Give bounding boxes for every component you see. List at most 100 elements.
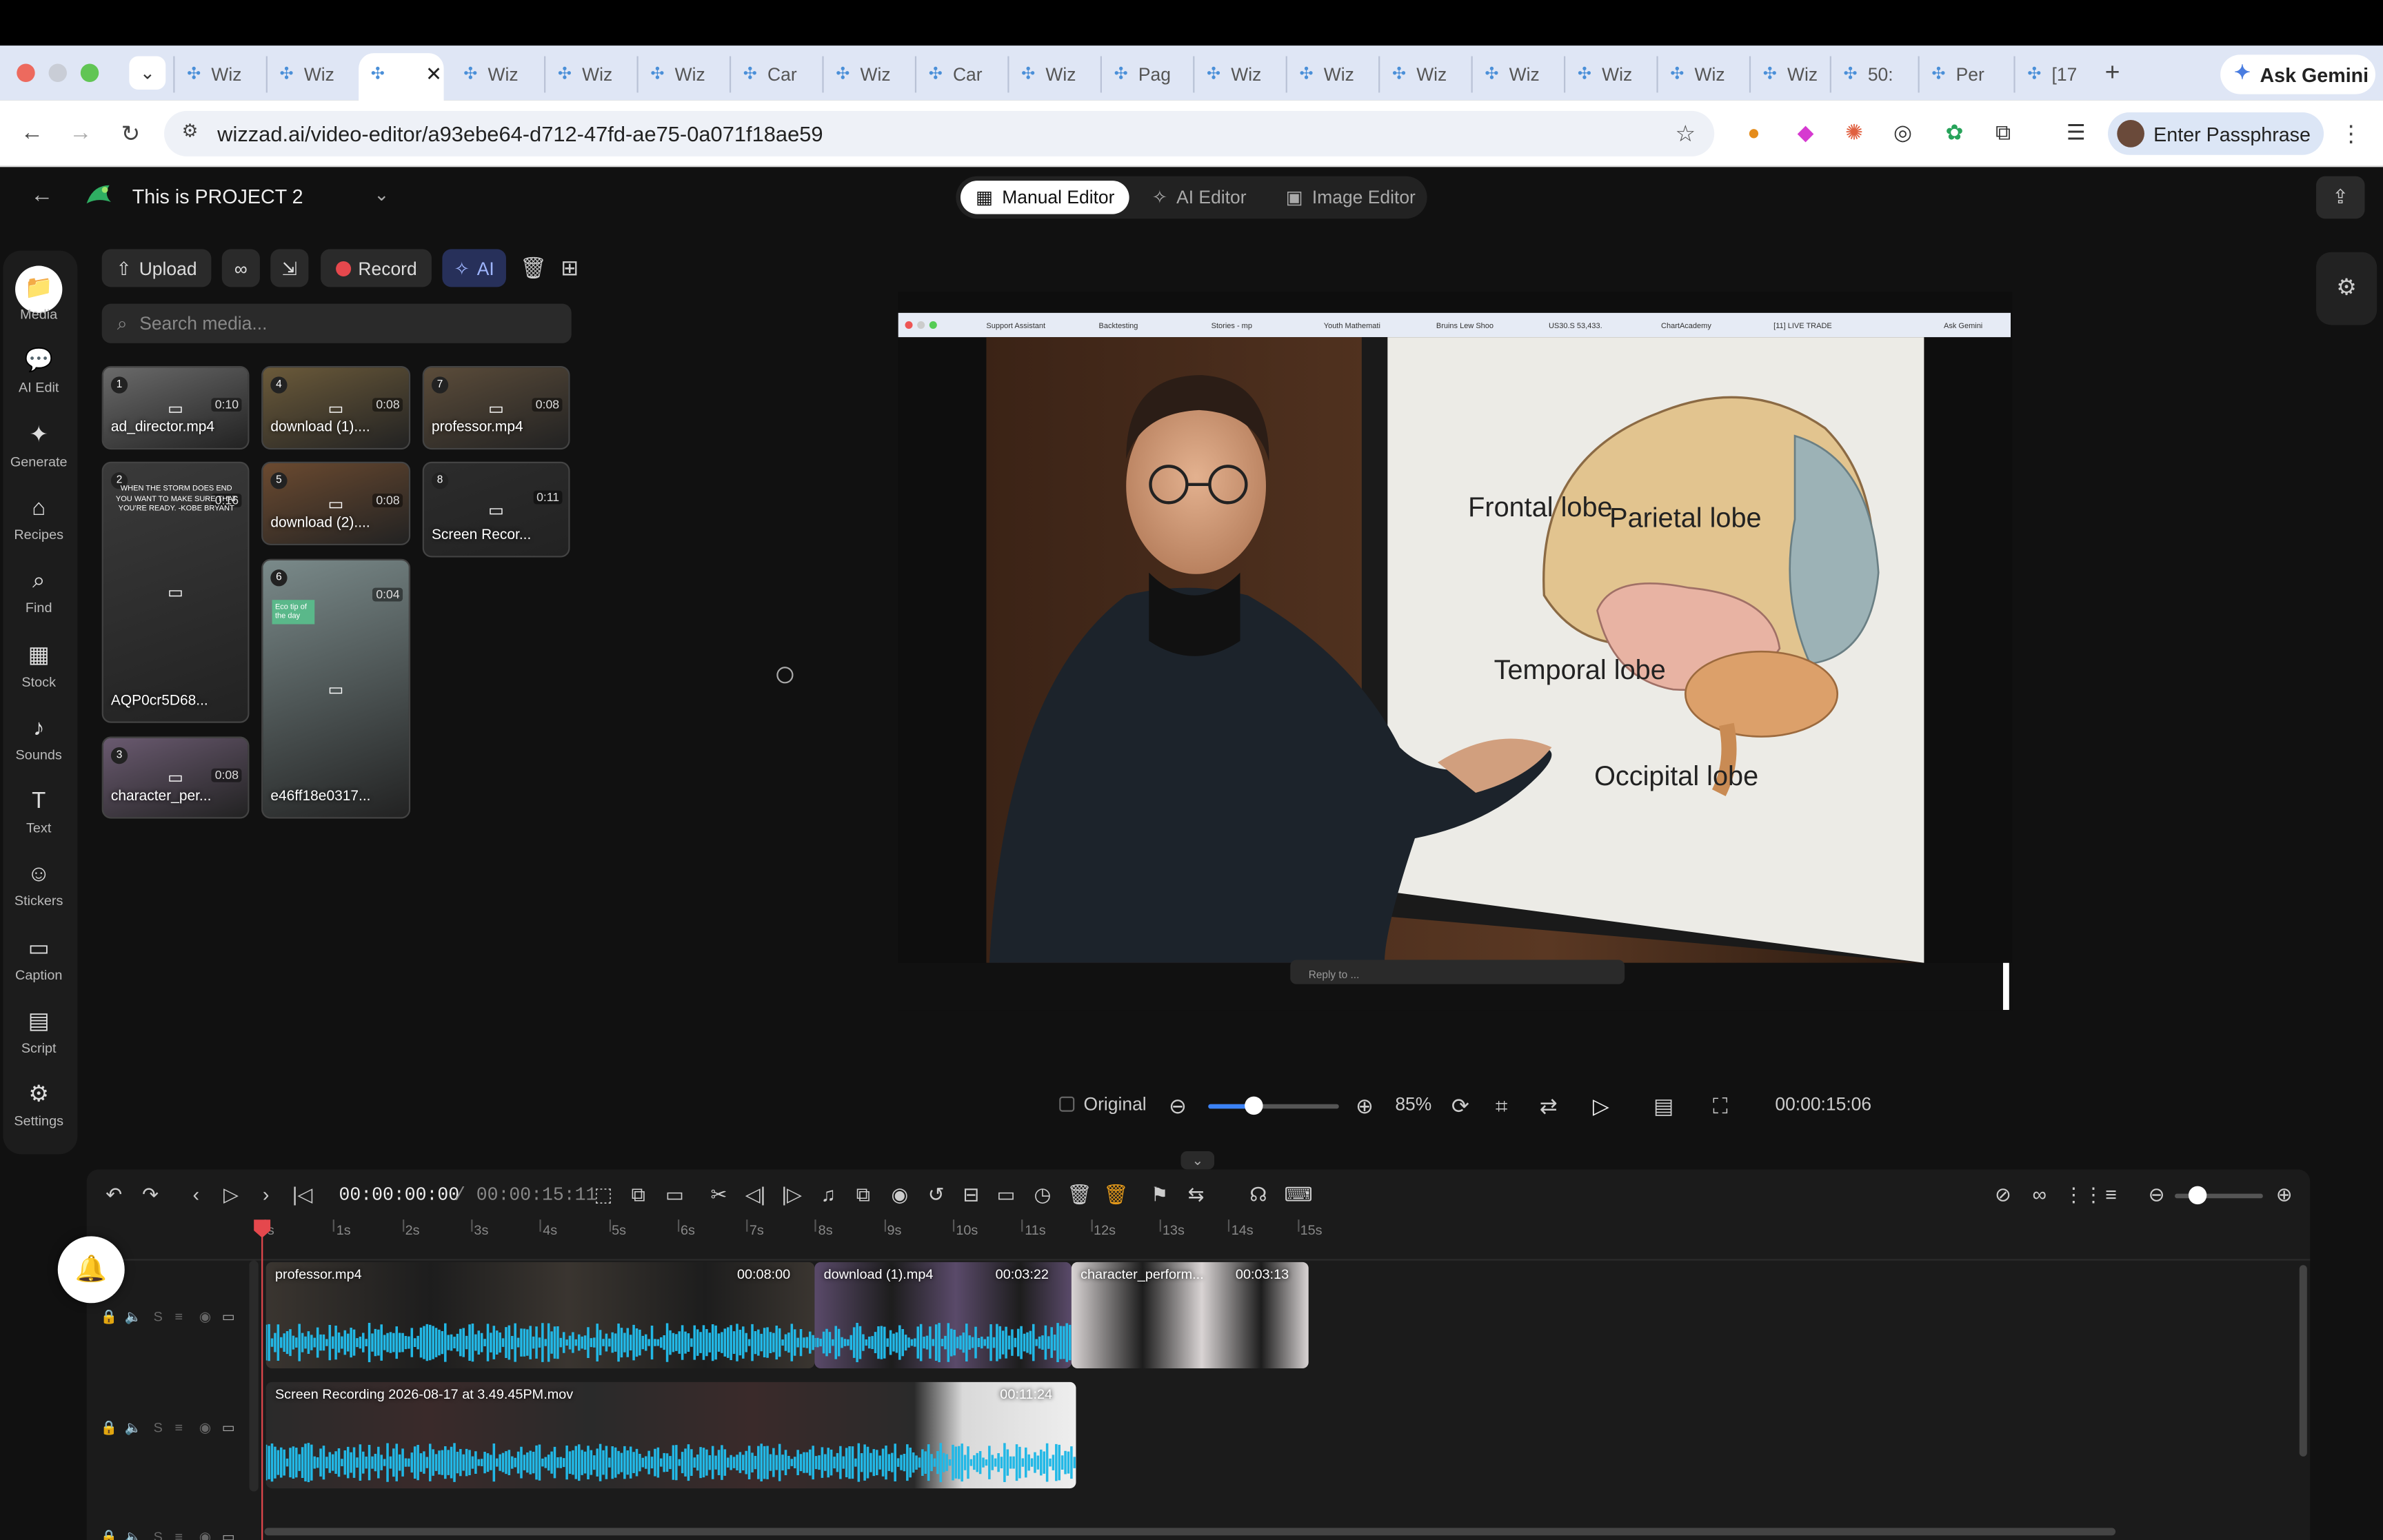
tab-manual-editor[interactable]: ▦ Manual Editor	[960, 181, 1130, 214]
audio-icon[interactable]: ♫	[816, 1183, 841, 1206]
collapse-panel-button[interactable]: ⌄	[1180, 1151, 1215, 1170]
visibility-icon[interactable]: ◉	[199, 1420, 211, 1437]
upload-button[interactable]: ⇧ Upload	[101, 249, 212, 287]
delete-gap-icon[interactable]: 🗑	[1103, 1183, 1128, 1207]
split-right-icon[interactable]: |▷	[780, 1183, 804, 1207]
vertical-scrollbar[interactable]	[2299, 1265, 2307, 1457]
volume-icon[interactable]: 🔈	[125, 1309, 142, 1326]
browser-tab[interactable]: ✣ Car	[914, 56, 1006, 93]
sidebar-item-stock[interactable]: ▦ Stock	[3, 642, 74, 689]
project-title[interactable]: This is PROJECT 2	[132, 185, 303, 208]
crop-clip-icon[interactable]: ▭	[994, 1183, 1018, 1207]
lock-icon[interactable]: 🔒	[100, 1530, 117, 1540]
paste-icon[interactable]: ▭	[663, 1183, 687, 1207]
lock-icon[interactable]: 🔒	[100, 1309, 117, 1326]
timeline-clip[interactable]: Screen Recording 2026-08-17 at 3.49.45PM…	[265, 1381, 1076, 1489]
track-solo-label[interactable]: S	[154, 1309, 163, 1324]
browser-tab[interactable]: ✣ Wiz	[452, 57, 543, 93]
replace-icon[interactable]: ⇆	[1184, 1183, 1208, 1207]
visibility-icon[interactable]: ◉	[199, 1530, 211, 1540]
zoom-in-icon[interactable]: ⊕	[1356, 1093, 1374, 1119]
tab-image-editor[interactable]: ▣ Image Editor	[1271, 181, 1431, 214]
sidebar-item-stickers[interactable]: ☺ Stickers	[3, 862, 74, 909]
forward-icon[interactable]: →	[67, 120, 94, 145]
sidebar-item-media[interactable]: 📁 Media	[3, 275, 74, 322]
browser-tab[interactable]: ✣ 50:	[1829, 56, 1921, 93]
sidebar-item-caption[interactable]: ▭ Caption	[3, 935, 74, 982]
lock-icon[interactable]: 🔒	[100, 1420, 117, 1437]
sidebar-item-sounds[interactable]: ♪ Sounds	[3, 715, 74, 762]
export-button[interactable]: ⇪	[2316, 176, 2365, 219]
browser-tab[interactable]: ✣ Wiz	[1378, 56, 1469, 93]
track-settings-icon[interactable]: ≡	[2099, 1183, 2123, 1206]
chevron-down-icon[interactable]: ⌄	[374, 184, 389, 205]
media-item[interactable]: 7 0:08 ▭ professor.mp4	[422, 365, 570, 450]
browser-tab[interactable]: ✣ Wiz	[173, 56, 264, 93]
notifications-button[interactable]: 🔔	[57, 1236, 125, 1304]
close-window-button[interactable]	[17, 63, 35, 82]
snapshot-icon[interactable]: ◉	[887, 1183, 912, 1207]
link-button[interactable]: ∞	[221, 249, 260, 287]
next-frame-icon[interactable]: ›	[254, 1183, 278, 1206]
tab-ai-editor[interactable]: ✧ AI Editor	[1137, 181, 1262, 214]
reload-icon[interactable]: ↻	[117, 120, 145, 147]
track-resize-handle[interactable]	[249, 1260, 259, 1492]
extension-icon[interactable]: ✺	[1842, 120, 1866, 144]
ask-gemini-button[interactable]: ✦ Ask Gemini	[2220, 54, 2375, 94]
browser-tab[interactable]: ✣ Per	[1918, 56, 2009, 93]
freeze-icon[interactable]: ⊟	[959, 1183, 983, 1207]
extension-icon[interactable]: ●	[1742, 120, 1766, 144]
headphones-icon[interactable]: ☊	[1246, 1183, 1270, 1207]
track-solo-label[interactable]: S	[154, 1420, 163, 1435]
media-item[interactable]: 2 0:16 ▭ WHEN THE STORM DOES END YOU WANT T…	[101, 461, 250, 723]
volume-icon[interactable]: 🔈	[125, 1530, 142, 1540]
browser-tab[interactable]: ✣ Wiz	[1471, 56, 1562, 93]
sidebar-item-generate[interactable]: ✦ Generate	[3, 422, 74, 469]
track-menu-icon[interactable]: ≡	[174, 1420, 183, 1435]
browser-menu-icon[interactable]: ⋮	[2337, 120, 2365, 147]
browser-tab[interactable]: ✣ Car	[729, 56, 821, 93]
grid-view-icon[interactable]: ⊞	[561, 255, 579, 281]
reverse-icon[interactable]: ↺	[924, 1183, 948, 1207]
media-item[interactable]: 8 0:11 ▭ Screen Recor...	[422, 461, 570, 558]
horizontal-scrollbar[interactable]	[264, 1528, 2116, 1536]
browser-tab[interactable]: ✣ Wiz	[1564, 56, 1655, 93]
timeline-zoom-handle[interactable]	[2188, 1186, 2207, 1205]
timeline-zoom-out-icon[interactable]: ⊖	[2144, 1183, 2169, 1207]
track-solo-label[interactable]: S	[154, 1530, 163, 1540]
prev-frame-icon[interactable]: ‹	[184, 1183, 208, 1206]
video-track-icon[interactable]: ▭	[222, 1309, 235, 1326]
browser-tab[interactable]: ✣ Wiz	[1285, 56, 1377, 93]
browser-tab[interactable]: ✣ Wiz	[1656, 56, 1747, 93]
back-icon[interactable]: ←	[18, 120, 46, 145]
auto-snap-icon[interactable]: ⋮⋮	[2064, 1183, 2103, 1207]
browser-tab[interactable]: ✣ Wiz	[636, 56, 728, 93]
sidebar-item-settings[interactable]: ⚙ Settings	[3, 1082, 74, 1128]
browser-tab[interactable]: ✣ [17	[2013, 56, 2104, 93]
extension-icon[interactable]: ◎	[1891, 120, 1915, 144]
timeline-zoom-slider[interactable]	[2175, 1186, 2263, 1205]
sidebar-item-find[interactable]: ⌕ Find	[3, 568, 74, 615]
record-button[interactable]: Record	[321, 249, 432, 287]
import-button[interactable]: ⇲	[270, 249, 309, 287]
browser-tab[interactable]: ✣ Wiz	[1007, 56, 1098, 93]
browser-tab[interactable]: ✣ Wiz	[1193, 56, 1284, 93]
video-track-icon[interactable]: ▭	[222, 1420, 235, 1437]
redo-icon[interactable]: ↷	[139, 1183, 163, 1207]
fullscreen-icon[interactable]: ⛶	[1713, 1093, 1728, 1119]
new-tab-button[interactable]: +	[2105, 58, 2120, 88]
minimize-window-button[interactable]	[48, 63, 67, 82]
track-menu-icon[interactable]: ≡	[174, 1530, 183, 1540]
browser-tab[interactable]: ✣ Pag	[1100, 56, 1192, 93]
delete-icon[interactable]: 🗑	[1067, 1183, 1092, 1207]
checkbox[interactable]	[1059, 1096, 1075, 1112]
play-icon[interactable]: ▷	[219, 1183, 243, 1207]
transcript-icon[interactable]: ▤	[1653, 1093, 1673, 1119]
site-info-icon[interactable]: ⚙	[177, 120, 204, 141]
link-clips-icon[interactable]: ∞	[2027, 1183, 2051, 1206]
marker-icon[interactable]: ⚑	[1147, 1183, 1172, 1207]
split-left-icon[interactable]: ◁|	[743, 1183, 767, 1207]
close-tab-icon[interactable]: ✕	[425, 62, 442, 86]
browser-tab[interactable]: ✣ Wiz	[1749, 56, 1840, 93]
ai-button[interactable]: ✧ AI	[442, 249, 506, 287]
